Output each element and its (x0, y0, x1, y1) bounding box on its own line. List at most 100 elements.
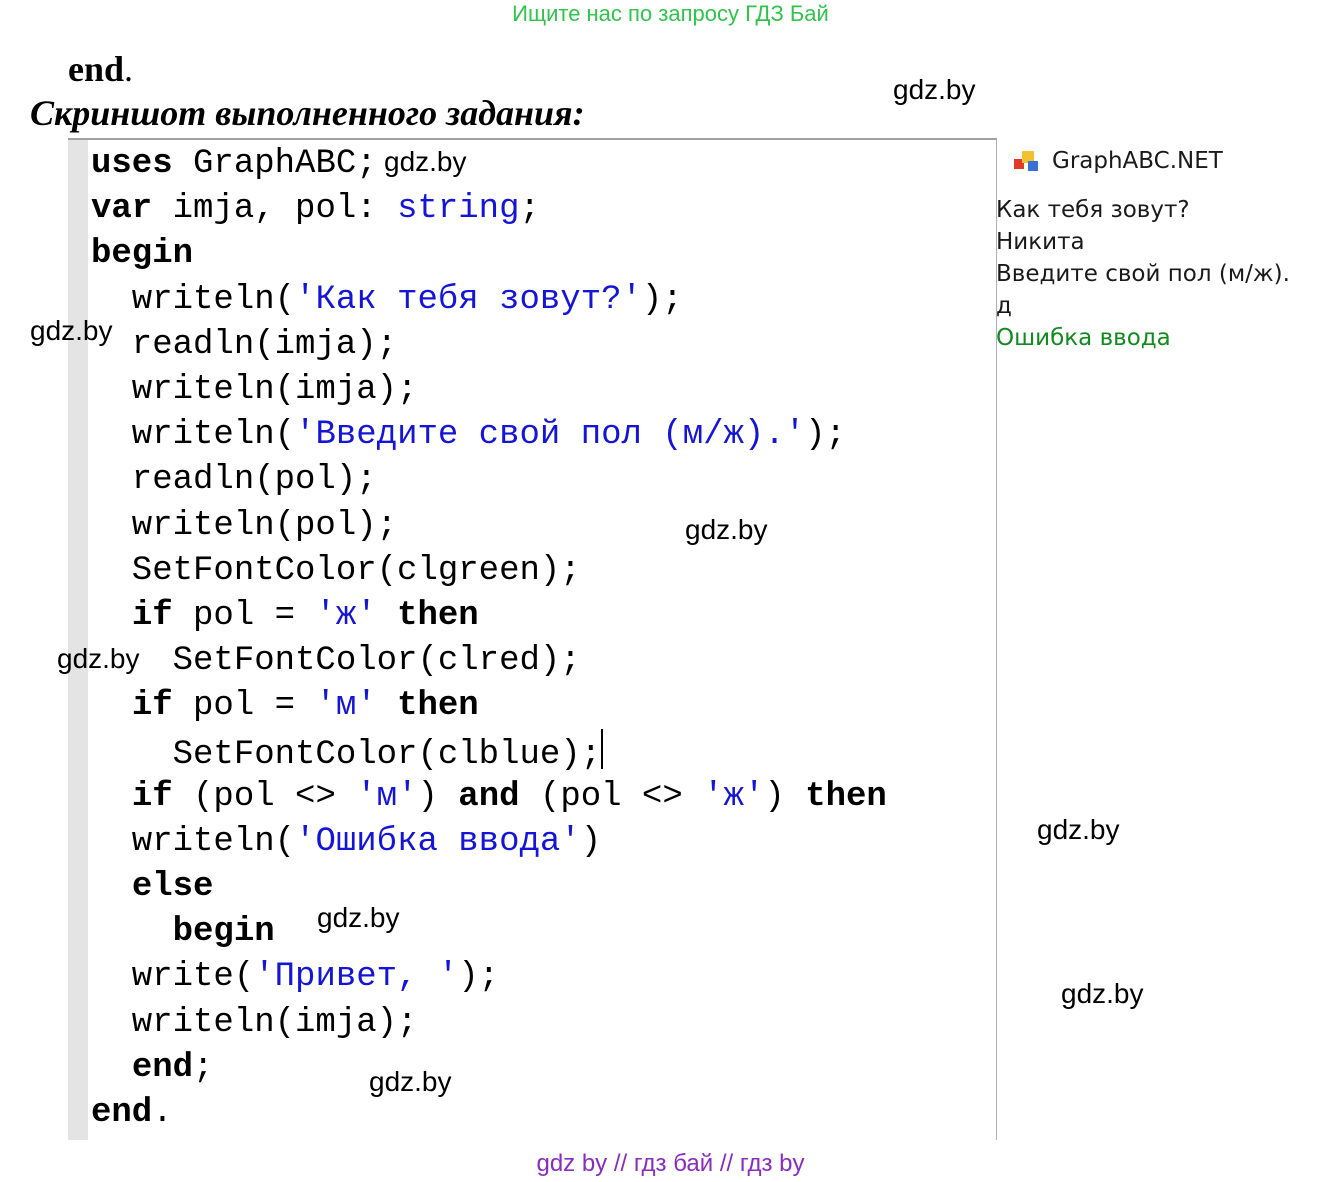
code-text: write( (91, 958, 255, 997)
code-text: SetFontColor(clblue); (91, 736, 602, 775)
code-string: 'ж' (703, 777, 765, 816)
code-line[interactable]: writeln('Ошибка ввода') (91, 820, 887, 865)
code-line[interactable]: end. (91, 1091, 887, 1136)
code-line[interactable]: writeln('Как тебя зовут?'); (91, 278, 887, 323)
code-line[interactable]: begin (91, 232, 887, 277)
code-text: GraphABC; (172, 145, 377, 183)
window-titlebar[interactable]: GraphABC.NET (1014, 146, 1223, 176)
code-text: readln(imja); (91, 325, 398, 364)
watermark: gdz.by (685, 514, 768, 545)
code-text: . (152, 1093, 173, 1132)
code-text: writeln( (91, 416, 296, 455)
code-line[interactable]: if (pol <> 'м') and (pol <> 'ж') then (91, 775, 887, 820)
code-text: ); (641, 280, 683, 319)
code-text: readln(pol); (91, 461, 377, 500)
code-line[interactable]: else (91, 865, 887, 910)
console-line: Введите свой пол (м/ж). (996, 261, 1290, 287)
code-line[interactable]: write('Привет, '); (91, 955, 887, 1000)
code-keyword: then (397, 596, 479, 635)
end-dot: . (124, 49, 134, 89)
editor-gutter (68, 140, 88, 1140)
code-line[interactable]: readln(pol); (91, 458, 887, 503)
code-line[interactable]: uses GraphABC; (91, 142, 887, 187)
console-line: Как тебя зовут? (996, 197, 1190, 223)
code-text: (pol <> (172, 777, 357, 816)
code-line[interactable]: SetFontColor(clblue); (91, 729, 887, 774)
watermark: gdz.by (893, 74, 976, 105)
code-string: 'ж' (315, 596, 377, 635)
console-output: Как тебя зовут? Никита Введите свой пол (м… (996, 194, 1290, 354)
code-text: ) (764, 777, 806, 816)
code-keyword: and (458, 777, 520, 816)
code-keyword: then (397, 687, 479, 726)
code-text: ; (193, 1048, 214, 1087)
watermark: gdz.by (384, 146, 467, 177)
code-line[interactable]: writeln(imja); (91, 1001, 887, 1046)
console-line: Никита (996, 229, 1085, 255)
code-string: 'Привет, ' (254, 958, 459, 997)
code-text: ) (417, 777, 459, 816)
watermark: gdz.by (30, 315, 113, 346)
code-text: SetFontColor(clred); (91, 642, 581, 681)
code-text: pol = (172, 687, 316, 726)
code-text: writeln( (91, 822, 296, 861)
code-keyword: uses (91, 145, 173, 183)
code-text: writeln(imja); (91, 1003, 418, 1042)
code-text: ) (580, 822, 602, 861)
code-keyword: else (131, 868, 214, 906)
code-text: pol = (172, 596, 316, 635)
footer-links[interactable]: gdz by // гдз бай // гдз by (0, 1150, 1341, 1178)
code-string: 'Как тебя зовут?' (295, 280, 642, 319)
code-text: writeln( (91, 280, 296, 319)
screenshot-caption: Скриншот выполненного задания: (30, 93, 585, 133)
code-text: ; (519, 190, 540, 229)
code-line[interactable]: readln(imja); (91, 323, 887, 368)
code-text: SetFontColor(clgreen); (91, 551, 581, 590)
code-string: 'Ошибка ввода' (295, 822, 581, 861)
code-keyword: if (131, 777, 173, 816)
code-editor[interactable]: uses GraphABC; var imja, pol: string; begi… (68, 138, 997, 1140)
console-line: д (996, 293, 1012, 319)
console-line: Ошибка ввода (996, 325, 1171, 351)
code-line[interactable]: begin (91, 910, 887, 955)
code-line[interactable]: SetFontColor(clgreen); (91, 549, 887, 594)
code-listing[interactable]: uses GraphABC; var imja, pol: string; begi… (91, 142, 887, 1136)
code-text: writeln(pol); (91, 506, 398, 545)
code-line[interactable]: writeln(imja); (91, 368, 887, 413)
code-line[interactable]: SetFontColor(clred); (91, 639, 887, 684)
code-keyword: end (131, 1048, 194, 1087)
code-line[interactable]: var imja, pol: string; (91, 187, 887, 232)
code-text: ); (458, 958, 500, 997)
code-text: (pol <> (519, 777, 704, 816)
code-string: 'м' (315, 687, 377, 726)
code-type: string (397, 190, 520, 229)
end-keyword: end (68, 49, 125, 89)
code-line[interactable]: if pol = 'ж' then (91, 594, 887, 639)
code-keyword: if (131, 596, 173, 635)
code-string: 'Введите свой пол (м/ж).' (295, 416, 806, 455)
code-keyword: then (805, 777, 887, 816)
watermark: gdz.by (317, 902, 400, 933)
code-keyword: end (91, 1093, 153, 1132)
code-line[interactable]: if pol = 'м' then (91, 684, 887, 729)
code-line[interactable]: writeln('Введите свой пол (м/ж).'); (91, 413, 887, 458)
watermark: gdz.by (369, 1066, 452, 1097)
text-caret (601, 729, 604, 770)
code-keyword: begin (172, 913, 275, 952)
code-text: writeln(imja); (91, 370, 418, 409)
code-keyword: if (131, 687, 173, 726)
code-line[interactable]: end; (91, 1046, 887, 1091)
code-string: 'м' (356, 777, 418, 816)
top-banner[interactable]: Ищите нас по запросу ГДЗ Бай (0, 0, 1341, 28)
graphabc-app-icon (1014, 149, 1038, 173)
watermark: gdz.by (57, 643, 140, 674)
code-text: imja, pol: (152, 190, 398, 229)
window-title: GraphABC.NET (1052, 148, 1223, 174)
